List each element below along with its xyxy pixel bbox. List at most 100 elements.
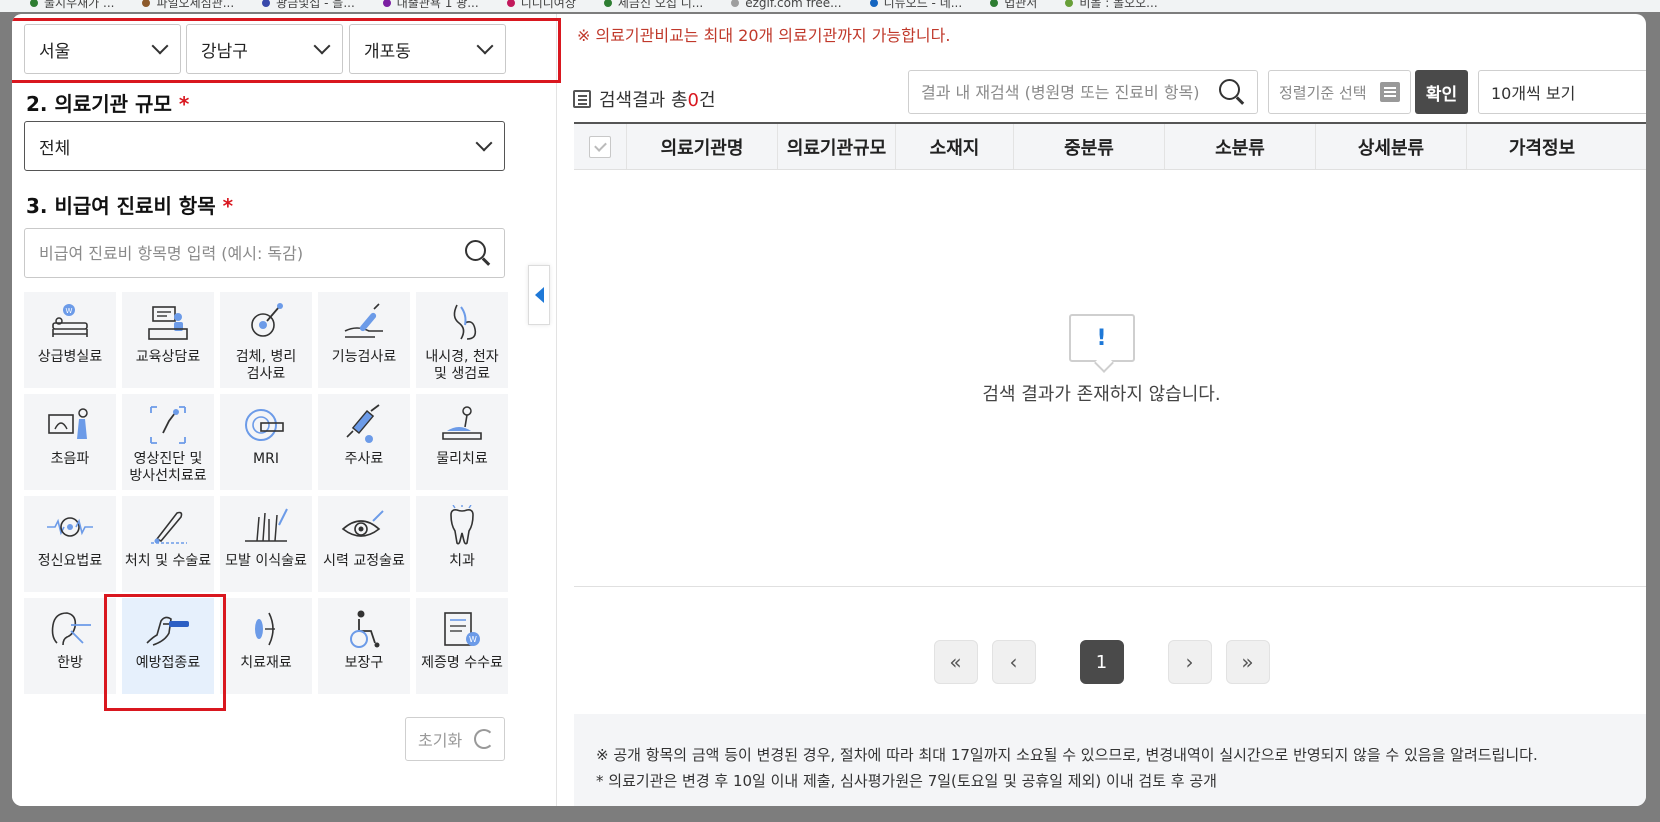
bookmark-item[interactable]: 디뉴오드 - 네... <box>869 0 962 12</box>
category-tile[interactable]: W 상급병실료 <box>24 292 116 388</box>
category-tile[interactable]: 한방 <box>24 598 116 694</box>
results-panel: ※ 의료기관비교는 최대 20개 의료기관까지 가능합니다. 검색결과 총0건 … <box>557 14 1646 806</box>
prev-page-button[interactable]: ‹ <box>991 640 1036 684</box>
reset-label: 초기화 <box>418 731 463 750</box>
category-tile[interactable]: 영상진단 및 방사선치료료 <box>122 394 214 490</box>
city-select[interactable]: 서울 <box>24 24 181 74</box>
xray-icon <box>150 406 186 444</box>
triangle-left-icon <box>534 287 544 303</box>
scale-select[interactable]: 전체 <box>24 121 505 171</box>
bookmark-item[interactable]: 물지우재가 ... <box>30 0 114 12</box>
category-label: 한방 <box>57 655 83 671</box>
category-tile[interactable]: 검체, 병리 검사료 <box>220 292 312 388</box>
bookmark-item[interactable]: ezgif.com free... <box>731 0 842 12</box>
category-tile[interactable]: 기능검사료 <box>318 292 410 388</box>
bookmark-favicon-icon <box>262 0 271 7</box>
page-button-current[interactable]: 1 <box>1079 640 1124 684</box>
search-icon[interactable] <box>464 240 490 266</box>
category-tile[interactable]: 교육상담료 <box>122 292 214 388</box>
sort-select[interactable]: 정렬기준 선택 <box>1268 70 1411 114</box>
tooth-icon <box>450 505 474 545</box>
checkbox-icon[interactable] <box>589 135 611 158</box>
category-label: 제증명 수수료 <box>421 655 503 671</box>
bookmark-label: 파일오세심관... <box>156 0 235 10</box>
update-notice-line: * 의료기관은 변경 후 10일 이내 제출, 심사평가원은 7일(토요일 및 … <box>596 772 1217 790</box>
category-label: 교육상담료 <box>135 349 201 365</box>
bookmark-item[interactable]: 세금신 오섭 디... <box>603 0 704 12</box>
bookmarks-bar: 물지우재가 ... 파일오세심관... 광금및섭 - 을... 대출관욕 1 광… <box>0 0 1660 12</box>
column-header[interactable]: 소재지 <box>896 124 1014 169</box>
category-tile[interactable]: 모발 이식술료 <box>220 496 312 592</box>
category-label: 검체, 병리 검사료 <box>235 349 297 382</box>
update-notice-line: ※ 공개 항목의 금액 등이 변경된 경우, 절차에 따라 최대 17일까지 소… <box>596 746 1538 764</box>
first-page-button[interactable]: « <box>933 640 978 684</box>
result-count: 검색결과 총0건 <box>573 86 716 112</box>
district-select[interactable]: 강남구 <box>186 24 343 74</box>
panel-collapse-button[interactable] <box>528 265 550 325</box>
dong-select[interactable]: 개포동 <box>349 24 506 74</box>
header-select-all[interactable] <box>574 124 627 169</box>
category-tile[interactable]: 보장구 <box>318 598 410 694</box>
syringe-icon <box>346 404 380 443</box>
column-header[interactable]: 가격정보 <box>1467 124 1617 169</box>
category-tile[interactable]: MRI <box>220 394 312 490</box>
category-label: 모발 이식술료 <box>225 553 307 569</box>
items-section-title: 3. 비급여 진료비 항목 * <box>26 190 233 219</box>
bookmark-item[interactable]: 대출관욕 1 광... <box>382 0 479 12</box>
column-header[interactable]: 중분류 <box>1014 124 1165 169</box>
bookmark-item[interactable]: 광금및섭 - 을... <box>262 0 355 12</box>
confirm-button[interactable]: 확인 <box>1415 70 1468 114</box>
category-label: 시력 교정술료 <box>323 553 405 569</box>
alert-mark: ! <box>1096 325 1107 351</box>
category-label: 물리치료 <box>436 451 488 467</box>
bookmark-item[interactable]: 디디디여상 <box>506 0 576 12</box>
chevron-down-icon <box>476 37 494 55</box>
search-icon[interactable] <box>1219 79 1245 105</box>
result-search-box <box>908 70 1258 114</box>
bookmark-favicon-icon <box>990 0 999 7</box>
category-label: 보장구 <box>344 655 384 671</box>
category-tile[interactable]: 초음파 <box>24 394 116 490</box>
bookmark-item[interactable]: 파일오세심관... <box>142 0 234 12</box>
category-tile[interactable]: 시력 교정술료 <box>318 496 410 592</box>
bookmark-item[interactable]: 비볼 : 볼오오... <box>1065 0 1158 12</box>
chevron-right-icon: › <box>1185 650 1194 674</box>
reset-button[interactable]: 초기화 <box>405 717 505 761</box>
surgery-icon <box>151 511 187 544</box>
category-tile[interactable]: 내시경, 천자 및 생검료 <box>416 292 508 388</box>
bookmark-favicon-icon <box>382 0 391 7</box>
bookmark-item[interactable]: 법관서 <box>990 0 1037 12</box>
category-label: 영상진단 및 방사선치료료 <box>129 451 207 484</box>
per-page-select[interactable]: 10개씩 보기 <box>1478 70 1646 114</box>
empty-state: ! 검색 결과가 존재하지 않습니다. <box>557 314 1646 406</box>
category-label: 처치 및 수술료 <box>124 553 212 569</box>
column-header[interactable]: 소분류 <box>1165 124 1316 169</box>
category-grid: W 상급병실료 교육상담료 검체, 병리 검사료 기능검사료 내시경, 천자 및… <box>24 292 509 694</box>
category-tile[interactable]: 치과 <box>416 496 508 592</box>
next-page-button[interactable]: › <box>1167 640 1212 684</box>
bookmark-favicon-icon <box>506 0 515 7</box>
pager-gap <box>1138 640 1154 684</box>
category-tile[interactable]: W 제증명 수수료 <box>416 598 508 694</box>
bookmark-label: ezgif.com free... <box>745 0 842 10</box>
per-page-value: 10개씩 보기 <box>1491 84 1576 103</box>
chevron-down-icon <box>313 37 331 55</box>
last-page-button[interactable]: » <box>1225 640 1270 684</box>
document-list-icon <box>573 90 591 108</box>
category-label: 정신요법료 <box>37 553 103 569</box>
category-tile[interactable]: 치료재료 <box>220 598 312 694</box>
item-search-input[interactable] <box>39 243 465 263</box>
column-header[interactable]: 의료기관명 <box>627 124 778 169</box>
column-header[interactable]: 의료기관규모 <box>778 124 896 169</box>
item-search-box <box>24 228 505 278</box>
pager-gap <box>1050 640 1066 684</box>
column-header[interactable]: 상세분류 <box>1316 124 1467 169</box>
bookmark-label: 세금신 오섭 디... <box>617 0 704 10</box>
category-tile[interactable]: 처치 및 수술료 <box>122 496 214 592</box>
bookmark-label: 비볼 : 볼오오... <box>1079 0 1158 10</box>
result-search-input[interactable] <box>921 82 1220 102</box>
category-tile[interactable]: 주사료 <box>318 394 410 490</box>
category-tile[interactable]: 물리치료 <box>416 394 508 490</box>
treatment-material-icon <box>255 612 275 646</box>
category-tile[interactable]: 정신요법료 <box>24 496 116 592</box>
